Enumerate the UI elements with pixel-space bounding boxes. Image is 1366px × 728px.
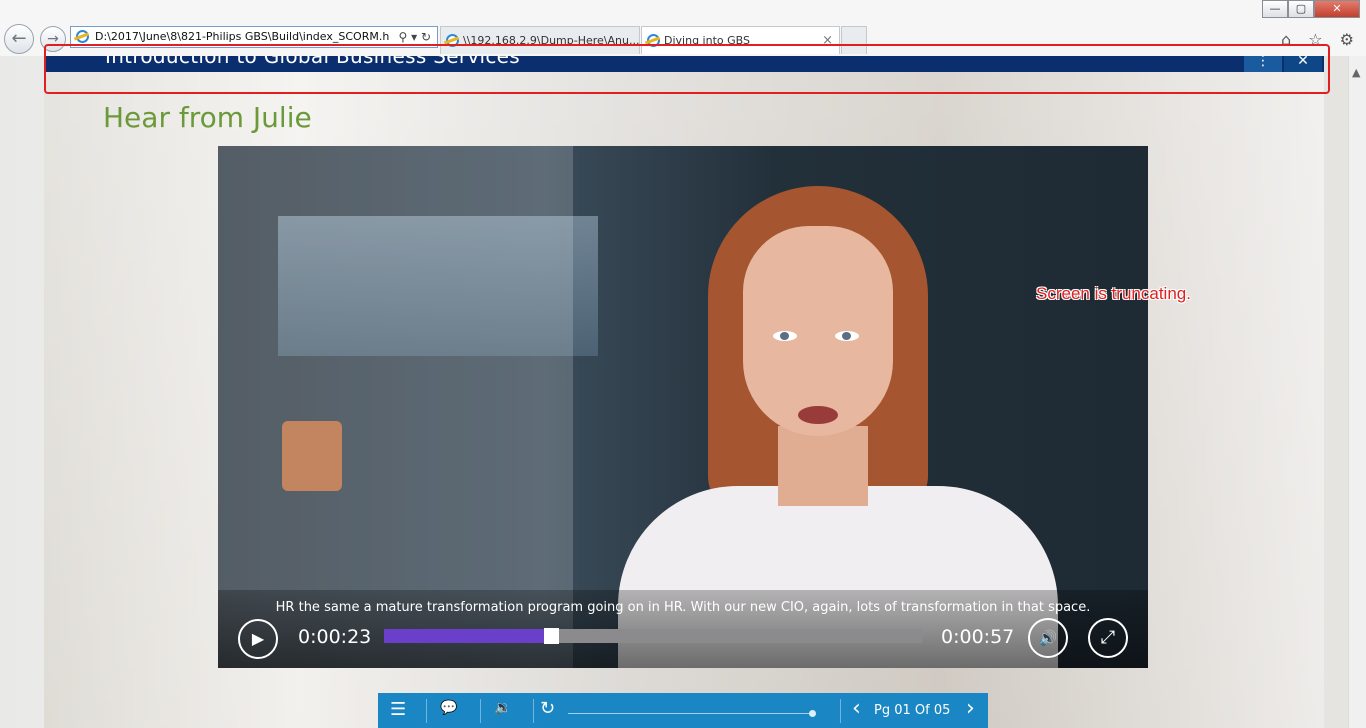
- annotation-highlight-box: [44, 44, 1330, 94]
- play-icon: ▶: [251, 629, 265, 648]
- toolbar-divider: [426, 699, 427, 723]
- fullscreen-icon: ⤢: [1100, 627, 1116, 648]
- progress-thumb[interactable]: [544, 628, 559, 644]
- window-controls: — ▢ ✕: [1262, 0, 1360, 18]
- page-progress-knob[interactable]: [809, 710, 816, 717]
- fullscreen-button[interactable]: ⤢: [1088, 618, 1128, 658]
- section-title: Hear from Julie: [103, 101, 312, 134]
- reload-icon[interactable]: ↻: [540, 698, 555, 719]
- video-subtitle: HR the same a mature transformation prog…: [275, 600, 1091, 615]
- address-text: D:\2017\June\8\821-Philips GBS\Build\ind…: [95, 30, 390, 43]
- toolbar-divider: [480, 699, 481, 723]
- back-button[interactable]: ←: [4, 24, 34, 54]
- total-time: 0:00:57: [941, 626, 1015, 648]
- play-button[interactable]: ▶: [238, 619, 278, 659]
- volume-button[interactable]: 🔊: [1028, 618, 1068, 658]
- back-arrow-icon: ←: [11, 28, 27, 49]
- speaker-icon: 🔊: [1038, 629, 1058, 647]
- scroll-up-arrow-icon[interactable]: ▲: [1352, 66, 1360, 79]
- maximize-button[interactable]: ▢: [1288, 0, 1314, 18]
- speaker-neck: [778, 426, 868, 506]
- page-scrollbar[interactable]: ▲: [1348, 56, 1366, 728]
- menu-icon[interactable]: ☰: [390, 699, 406, 720]
- window-close-button[interactable]: ✕: [1314, 0, 1360, 18]
- minimize-button[interactable]: —: [1262, 0, 1288, 18]
- speaker-eye: [773, 331, 797, 341]
- chat-icon[interactable]: 💬: [440, 700, 457, 716]
- toolbar-divider: [533, 699, 534, 723]
- page-progress-track[interactable]: [568, 713, 813, 714]
- next-page-icon[interactable]: ›: [966, 696, 975, 721]
- page-indicator: Pg 01 Of 05: [874, 703, 951, 718]
- video-progress-bar[interactable]: [384, 628, 922, 644]
- toolbar-divider: [840, 699, 841, 723]
- prev-page-icon[interactable]: ‹: [852, 696, 861, 721]
- speaker-face: [743, 226, 893, 436]
- progress-fill: [384, 629, 551, 643]
- speaker-eye: [835, 331, 859, 341]
- audio-icon[interactable]: 🔉: [494, 700, 511, 716]
- annotation-note: Screen is truncating.: [1036, 284, 1191, 303]
- ie-page-icon: [76, 30, 89, 43]
- course-toolbar: ☰ 💬 🔉 ↻ ‹ Pg 01 Of 05 ›: [378, 693, 988, 728]
- current-time: 0:00:23: [298, 626, 372, 648]
- speaker-mouth: [798, 406, 838, 424]
